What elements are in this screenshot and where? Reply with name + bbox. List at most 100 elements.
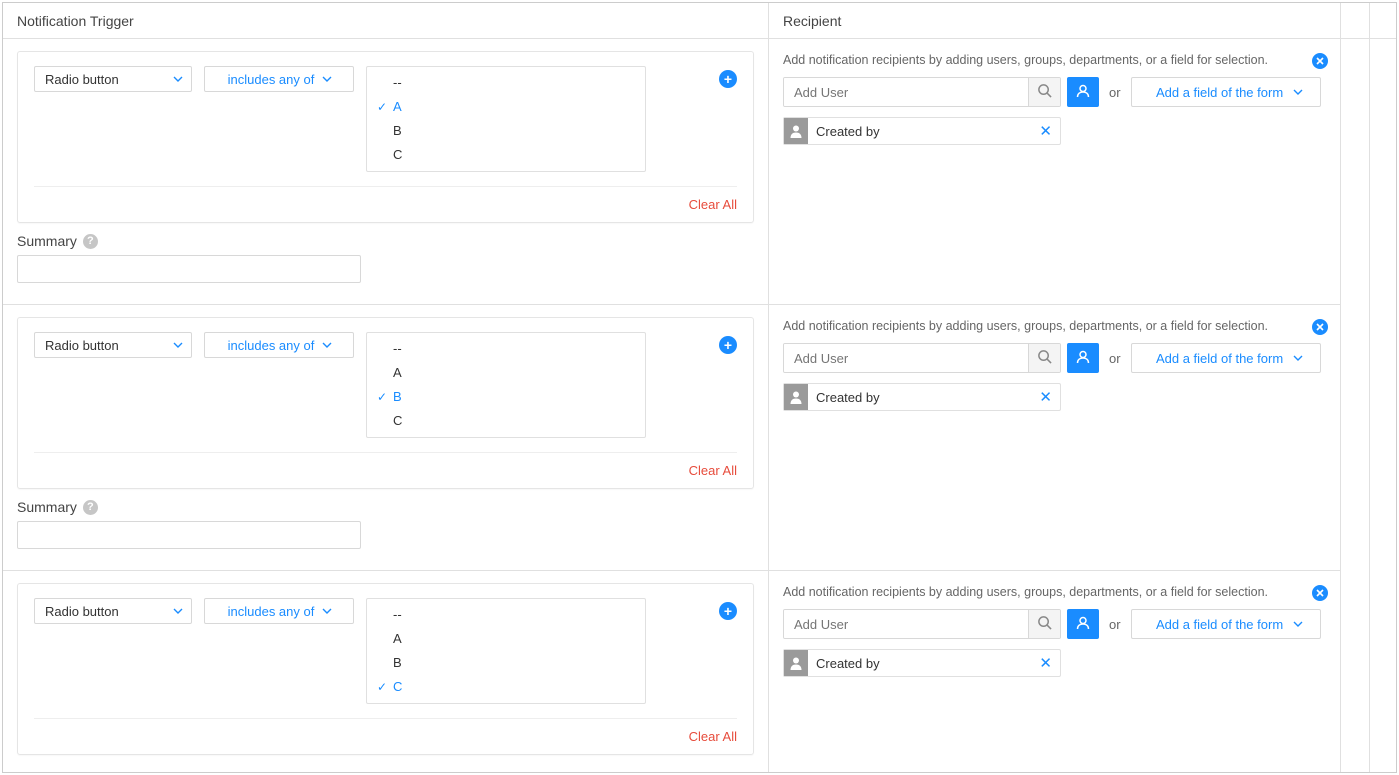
value-option[interactable]: C (367, 409, 645, 433)
person-icon (1074, 348, 1092, 369)
close-icon (1316, 589, 1324, 597)
remove-recipient-button[interactable]: ✕ (1031, 654, 1060, 672)
condition-card: Radio button includes any of -- ABC + (17, 317, 754, 489)
actions-column (1341, 3, 1370, 772)
value-option-label: -- (393, 341, 402, 356)
recipient-hint: Add notification recipients by adding us… (783, 319, 1326, 333)
value-option[interactable]: C (367, 143, 645, 167)
add-form-field-button[interactable]: Add a field of the form (1131, 77, 1321, 107)
clear-all-button[interactable]: Clear All (689, 463, 737, 478)
notification-config-panel: Notification Trigger Radio button includ… (2, 2, 1397, 773)
recipient-hint: Add notification recipients by adding us… (783, 53, 1326, 67)
spacer-column-header (1370, 3, 1397, 39)
operator-select[interactable]: includes any of (204, 598, 354, 624)
search-user-button[interactable] (1028, 78, 1060, 106)
or-label: or (1105, 617, 1125, 632)
search-icon (1037, 83, 1052, 101)
delete-row-button[interactable] (1312, 53, 1328, 69)
close-icon: ✕ (1039, 655, 1052, 672)
delete-row-button[interactable] (1312, 585, 1328, 601)
add-form-field-button[interactable]: Add a field of the form (1131, 343, 1321, 373)
add-condition-button[interactable]: + (719, 70, 737, 88)
remove-recipient-button[interactable]: ✕ (1031, 122, 1060, 140)
trigger-row: Radio button includes any of -- ABC + (3, 305, 768, 571)
plus-icon: + (724, 603, 732, 619)
remove-recipient-button[interactable]: ✕ (1031, 388, 1060, 406)
add-user-control (783, 77, 1061, 107)
delete-row-button[interactable] (1312, 319, 1328, 335)
chevron-down-icon (173, 342, 183, 348)
clear-all-button[interactable]: Clear All (689, 729, 737, 744)
field-select[interactable]: Radio button (34, 66, 192, 92)
field-select[interactable]: Radio button (34, 332, 192, 358)
chevron-down-icon (173, 76, 183, 82)
add-user-control (783, 343, 1061, 373)
close-icon (1316, 57, 1324, 65)
recipient-chip: Created by ✕ (783, 383, 1061, 411)
summary-input[interactable] (17, 521, 361, 549)
spacer-column (1370, 3, 1396, 772)
value-option[interactable]: -- (367, 337, 645, 361)
value-option-label: A (393, 365, 402, 380)
trigger-column-header: Notification Trigger (3, 3, 768, 39)
operator-select[interactable]: includes any of (204, 66, 354, 92)
search-icon (1037, 615, 1052, 633)
trigger-row: Radio button includes any of -- ABC + (3, 571, 768, 773)
field-select[interactable]: Radio button (34, 598, 192, 624)
search-icon (1037, 349, 1052, 367)
trigger-column: Notification Trigger Radio button includ… (3, 3, 769, 772)
operator-select[interactable]: includes any of (204, 332, 354, 358)
summary-block: Summary ? (3, 227, 768, 297)
clear-all-button[interactable]: Clear All (689, 197, 737, 212)
pick-group-button[interactable] (1067, 77, 1099, 107)
person-icon (1074, 614, 1092, 635)
value-option[interactable]: -- (367, 603, 645, 627)
add-user-input[interactable] (784, 610, 1028, 638)
chevron-down-icon (1293, 355, 1303, 361)
add-user-input[interactable] (784, 344, 1028, 372)
add-condition-button[interactable]: + (719, 336, 737, 354)
recipient-row: Add notification recipients by adding us… (769, 305, 1340, 571)
chevron-down-icon (322, 76, 332, 82)
search-user-button[interactable] (1028, 610, 1060, 638)
value-options-list: --ABC (366, 66, 646, 172)
summary-input[interactable] (17, 255, 361, 283)
value-option-label: -- (393, 607, 402, 622)
value-option[interactable]: B (367, 651, 645, 675)
person-icon (1074, 82, 1092, 103)
close-icon: ✕ (1039, 123, 1052, 140)
value-option-label: B (393, 655, 402, 670)
chevron-down-icon (322, 608, 332, 614)
value-option[interactable]: B (367, 119, 645, 143)
recipient-chip-label: Created by (816, 124, 1031, 139)
value-option[interactable]: A (367, 627, 645, 651)
recipient-chip: Created by ✕ (783, 649, 1061, 677)
close-icon (1316, 323, 1324, 331)
recipient-column-header: Recipient (769, 3, 1340, 39)
value-option-label: C (393, 679, 402, 694)
value-option[interactable]: -- (367, 71, 645, 95)
pick-group-button[interactable] (1067, 609, 1099, 639)
value-option[interactable]: B (367, 385, 645, 409)
recipient-chip: Created by ✕ (783, 117, 1061, 145)
add-form-field-button[interactable]: Add a field of the form (1131, 609, 1321, 639)
or-label: or (1105, 351, 1125, 366)
value-option-label: B (393, 389, 402, 404)
value-option[interactable]: A (367, 361, 645, 385)
value-options-list: -- ABC (366, 332, 646, 438)
summary-label: Summary ? (17, 233, 754, 249)
help-icon[interactable]: ? (83, 500, 98, 515)
value-option[interactable]: A (367, 95, 645, 119)
help-icon[interactable]: ? (83, 234, 98, 249)
chevron-down-icon (173, 608, 183, 614)
value-option[interactable]: C (367, 675, 645, 699)
search-user-button[interactable] (1028, 344, 1060, 372)
avatar-icon (784, 384, 808, 410)
or-label: or (1105, 85, 1125, 100)
add-user-input[interactable] (784, 78, 1028, 106)
add-condition-button[interactable]: + (719, 602, 737, 620)
value-option-label: C (393, 147, 402, 162)
recipient-row: Add notification recipients by adding us… (769, 39, 1340, 305)
pick-group-button[interactable] (1067, 343, 1099, 373)
actions-column-header (1341, 3, 1369, 39)
